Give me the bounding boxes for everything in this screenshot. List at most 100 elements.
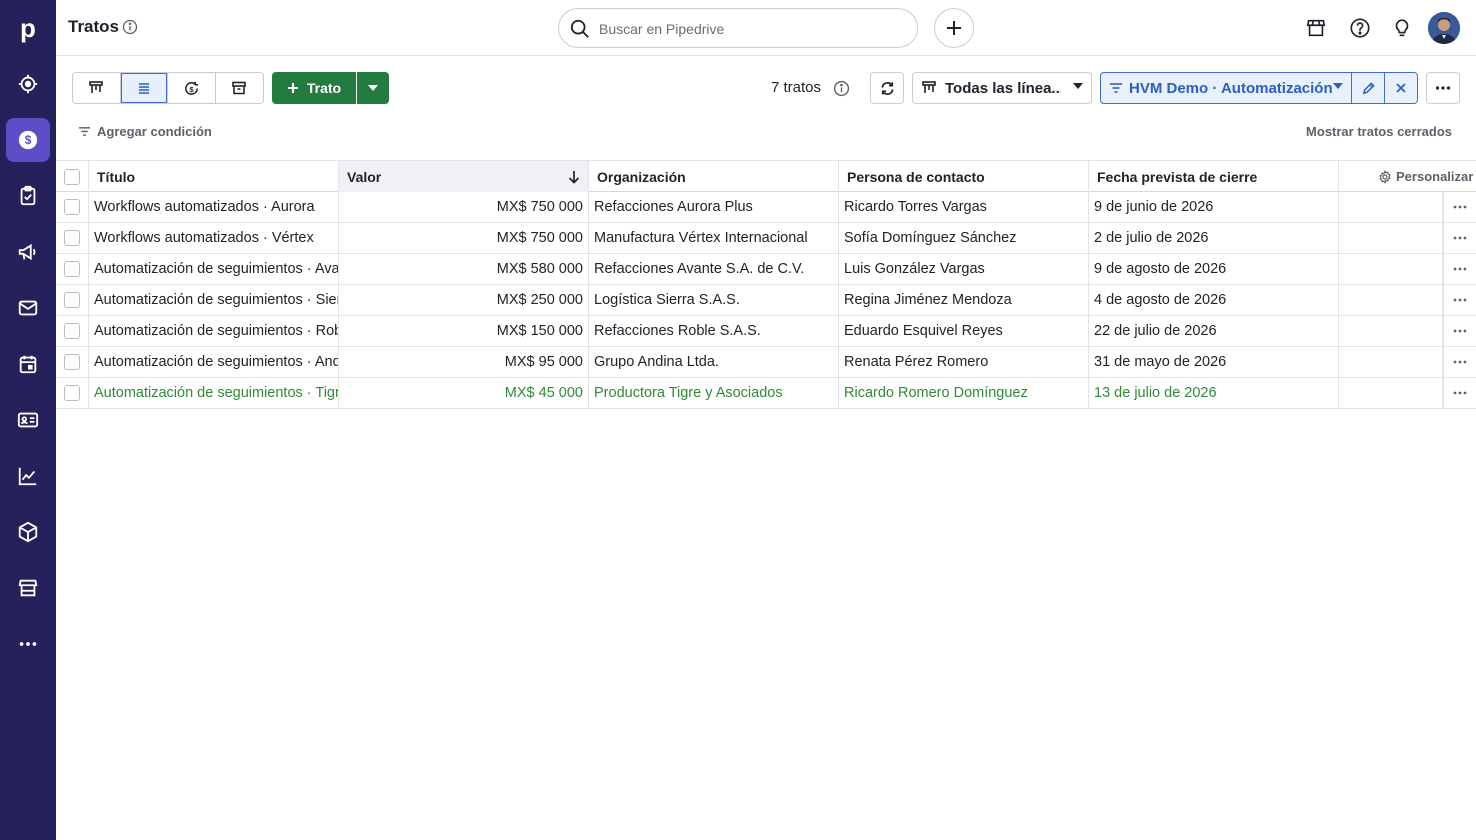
- contact-person-cell[interactable]: Renata Pérez Romero: [839, 347, 1089, 377]
- contact-person-cell[interactable]: Sofía Domínguez Sánchez: [839, 223, 1089, 253]
- deal-value-cell[interactable]: MX$ 95 000: [339, 347, 589, 377]
- contact-person-cell[interactable]: Ricardo Romero Domínguez: [839, 378, 1089, 408]
- organization-cell[interactable]: Logística Sierra S.A.S.: [589, 285, 839, 315]
- sidebar-item-products[interactable]: [6, 510, 50, 554]
- column-header-close-date[interactable]: Fecha prevista de cierre: [1089, 161, 1339, 192]
- deal-value-cell[interactable]: MX$ 750 000: [339, 192, 589, 222]
- info-icon[interactable]: [833, 80, 850, 97]
- deal-value-cell[interactable]: MX$ 580 000: [339, 254, 589, 284]
- row-checkbox[interactable]: [64, 292, 80, 308]
- deal-value-cell[interactable]: MX$ 750 000: [339, 223, 589, 253]
- row-checkbox[interactable]: [64, 354, 80, 370]
- deal-title-cell[interactable]: Automatización de seguimientos · Roble: [89, 316, 339, 346]
- row-actions-button[interactable]: [1443, 254, 1476, 284]
- view-switcher: $: [72, 72, 264, 104]
- organization-cell[interactable]: Productora Tigre y Asociados: [589, 378, 839, 408]
- sidebar-item-campaigns[interactable]: [6, 230, 50, 274]
- deal-title-cell[interactable]: Automatización de seguimientos · Sierra: [89, 285, 339, 315]
- sidebar-item-contacts[interactable]: [6, 398, 50, 442]
- row-checkbox[interactable]: [64, 230, 80, 246]
- deal-value-cell[interactable]: MX$ 45 000: [339, 378, 589, 408]
- search-bar[interactable]: [558, 8, 918, 48]
- forecast-view-button[interactable]: $: [168, 73, 216, 103]
- organization-cell[interactable]: Manufactura Vértex Internacional: [589, 223, 839, 253]
- help-button[interactable]: [1348, 16, 1372, 40]
- close-date-cell[interactable]: 2 de julio de 2026: [1089, 223, 1339, 253]
- info-icon[interactable]: [122, 19, 138, 35]
- tips-button[interactable]: [1390, 16, 1414, 40]
- close-date-cell[interactable]: 31 de mayo de 2026: [1089, 347, 1339, 377]
- pipedrive-logo[interactable]: p: [0, 0, 56, 56]
- row-actions-button[interactable]: [1443, 192, 1476, 222]
- row-actions-button[interactable]: [1443, 223, 1476, 253]
- deal-title-cell[interactable]: Workflows automatizados · Vértex: [89, 223, 339, 253]
- contact-person-cell[interactable]: Eduardo Esquivel Reyes: [839, 316, 1089, 346]
- deal-value-cell[interactable]: MX$ 250 000: [339, 285, 589, 315]
- sidebar-item-mail[interactable]: [6, 286, 50, 330]
- column-header-organization[interactable]: Organización: [589, 161, 839, 192]
- row-actions-button[interactable]: [1443, 285, 1476, 315]
- marketplace-button[interactable]: [1304, 16, 1328, 40]
- add-condition-button[interactable]: Agregar condición: [78, 124, 212, 139]
- close-date-cell[interactable]: 9 de junio de 2026: [1089, 192, 1339, 222]
- select-all-checkbox[interactable]: [64, 168, 80, 185]
- table-row[interactable]: Automatización de seguimientos · Andina M…: [56, 347, 1476, 378]
- user-avatar[interactable]: [1428, 12, 1460, 44]
- organization-cell[interactable]: Refacciones Avante S.A. de C.V.: [589, 254, 839, 284]
- close-date-cell[interactable]: 4 de agosto de 2026: [1089, 285, 1339, 315]
- deal-title-cell[interactable]: Automatización de seguimientos · Avante: [89, 254, 339, 284]
- row-checkbox[interactable]: [64, 385, 80, 401]
- contact-person-cell[interactable]: Ricardo Torres Vargas: [839, 192, 1089, 222]
- contact-person-cell[interactable]: Regina Jiménez Mendoza: [839, 285, 1089, 315]
- row-checkbox[interactable]: [64, 323, 80, 339]
- row-checkbox[interactable]: [64, 261, 80, 277]
- filter-selector[interactable]: HVM Demo · Automatización: [1100, 72, 1352, 104]
- table-row[interactable]: Automatización de seguimientos · Sierra M…: [56, 285, 1476, 316]
- row-actions-button[interactable]: [1443, 347, 1476, 377]
- row-checkbox[interactable]: [64, 199, 80, 215]
- sidebar-item-insights[interactable]: [6, 454, 50, 498]
- archive-view-button[interactable]: [215, 73, 263, 103]
- pipeline-selector[interactable]: Todas las línea...: [912, 72, 1092, 104]
- sidebar-item-deals[interactable]: $: [6, 118, 50, 162]
- pipeline-view-button[interactable]: [73, 73, 121, 103]
- row-actions-button[interactable]: [1443, 316, 1476, 346]
- deal-title-cell[interactable]: Automatización de seguimientos · Tigre: [89, 378, 339, 408]
- deal-title-cell[interactable]: Automatización de seguimientos · Andina: [89, 347, 339, 377]
- personalize-columns-button[interactable]: Personalizar: [1378, 161, 1473, 192]
- refresh-button[interactable]: [870, 72, 904, 104]
- table-row[interactable]: Workflows automatizados · Aurora MX$ 750 …: [56, 192, 1476, 223]
- table-row[interactable]: Automatización de seguimientos · Roble MX…: [56, 316, 1476, 347]
- quick-add-button[interactable]: [934, 8, 974, 48]
- sidebar-item-leads[interactable]: [6, 62, 50, 106]
- row-actions-button[interactable]: [1443, 378, 1476, 408]
- search-input[interactable]: [599, 18, 899, 40]
- table-row[interactable]: Automatización de seguimientos · Tigre MX…: [56, 378, 1476, 409]
- column-header-value[interactable]: Valor: [339, 161, 589, 192]
- add-deal-dropdown[interactable]: [357, 72, 389, 104]
- list-view-button[interactable]: [120, 73, 168, 103]
- column-header-title[interactable]: Título: [89, 161, 339, 192]
- sidebar-item-more[interactable]: [6, 622, 50, 666]
- table-row[interactable]: Workflows automatizados · Vértex MX$ 750 …: [56, 223, 1476, 254]
- empty-cell: [1339, 192, 1443, 222]
- table-row[interactable]: Automatización de seguimientos · Avante M…: [56, 254, 1476, 285]
- contact-person-cell[interactable]: Luis González Vargas: [839, 254, 1089, 284]
- more-options-button[interactable]: [1426, 72, 1460, 104]
- organization-cell[interactable]: Grupo Andina Ltda.: [589, 347, 839, 377]
- deal-value-cell[interactable]: MX$ 150 000: [339, 316, 589, 346]
- show-closed-deals-link[interactable]: Mostrar tratos cerrados: [1306, 124, 1452, 139]
- close-date-cell[interactable]: 13 de julio de 2026: [1089, 378, 1339, 408]
- close-date-cell[interactable]: 22 de julio de 2026: [1089, 316, 1339, 346]
- sidebar-item-calendar[interactable]: [6, 342, 50, 386]
- column-header-contact-person[interactable]: Persona de contacto: [839, 161, 1089, 192]
- deal-title-cell[interactable]: Workflows automatizados · Aurora: [89, 192, 339, 222]
- close-date-cell[interactable]: 9 de agosto de 2026: [1089, 254, 1339, 284]
- add-deal-button[interactable]: Trato: [272, 72, 356, 104]
- organization-cell[interactable]: Refacciones Roble S.A.S.: [589, 316, 839, 346]
- edit-filter-button[interactable]: [1351, 72, 1385, 104]
- sidebar-item-marketplace[interactable]: [6, 566, 50, 610]
- clear-filter-button[interactable]: [1384, 72, 1418, 104]
- organization-cell[interactable]: Refacciones Aurora Plus: [589, 192, 839, 222]
- sidebar-item-activities[interactable]: [6, 174, 50, 218]
